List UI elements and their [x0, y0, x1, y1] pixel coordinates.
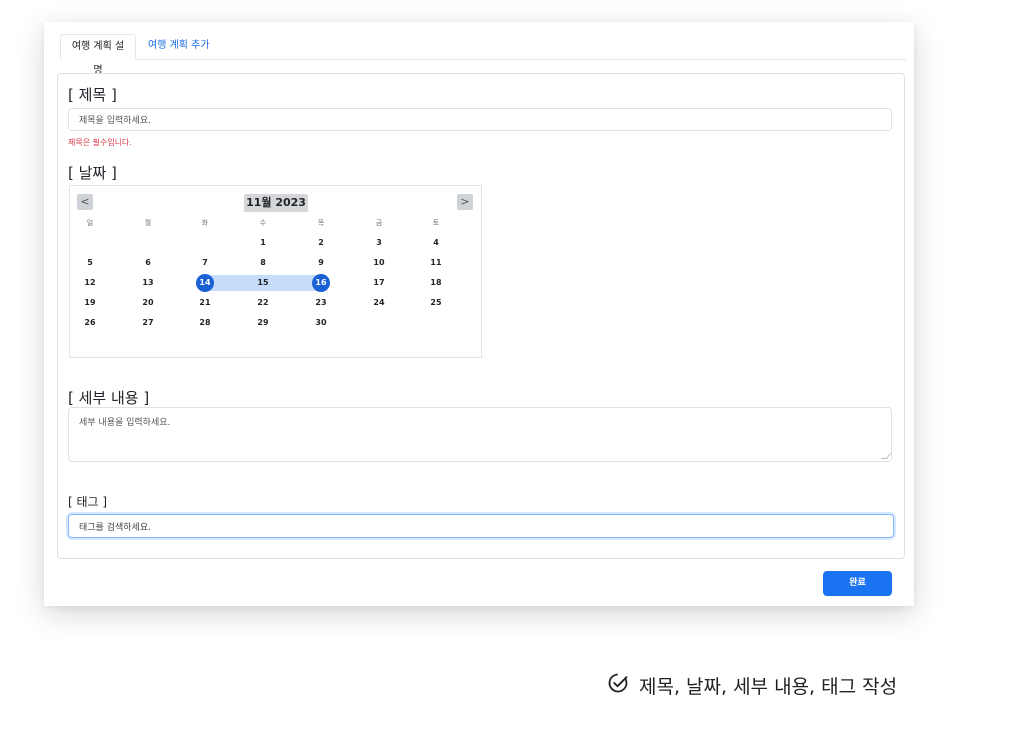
range-end-day[interactable]: 16 — [312, 274, 330, 292]
calendar-day[interactable]: 5 — [78, 255, 102, 271]
calendar-day[interactable]: 18 — [424, 275, 448, 291]
check-circle-icon — [607, 671, 631, 700]
calendar-day[interactable]: 23 — [309, 295, 333, 311]
calendar-day[interactable]: 20 — [136, 295, 160, 311]
calendar-day[interactable]: 22 — [251, 295, 275, 311]
title-input-placeholder: 제목을 입력하세요. — [79, 116, 151, 126]
calendar-day[interactable]: 4 — [424, 235, 448, 251]
tab-plan-add[interactable]: 여행 계획 추가 — [140, 34, 218, 60]
calendar-day[interactable]: 12 — [78, 275, 102, 291]
title-input[interactable]: 제목을 입력하세요. — [68, 108, 892, 131]
detail-textarea[interactable]: 세부 내용을 입력하세요. — [68, 407, 892, 462]
calendar-day[interactable]: 2 — [309, 235, 333, 251]
calendar-day[interactable]: 10 — [367, 255, 391, 271]
calendar-day[interactable]: 1 — [251, 235, 275, 251]
title-error-message: 제목은 필수입니다. — [68, 138, 132, 147]
calendar-day[interactable]: 13 — [136, 275, 160, 291]
resize-handle-icon[interactable] — [880, 453, 892, 459]
weekday-label: 목 — [317, 219, 325, 227]
tag-section-label: [ 태그 ] — [68, 495, 108, 509]
trip-plan-card: 여행 계획 설명 여행 계획 추가 [ 제목 ] 제목을 입력하세요. 제목은 … — [44, 22, 914, 606]
calendar-day[interactable]: 27 — [136, 315, 160, 331]
caption-text: 제목, 날짜, 세부 내용, 태그 작성 — [639, 675, 898, 698]
prev-month-button[interactable]: < — [77, 194, 93, 210]
weekday-label: 화 — [201, 219, 209, 227]
caption: 제목, 날짜, 세부 내용, 태그 작성 — [607, 672, 897, 698]
calendar-day[interactable]: 28 — [193, 315, 217, 331]
calendar-day[interactable]: 6 — [136, 255, 160, 271]
tab-bar: 여행 계획 설명 여행 계획 추가 — [60, 34, 906, 76]
tag-search-input[interactable]: 태그를 검색하세요. — [68, 514, 894, 538]
next-month-button[interactable]: > — [457, 194, 473, 210]
calendar-day[interactable]: 29 — [251, 315, 275, 331]
weekday-label: 월 — [144, 219, 152, 227]
calendar-day[interactable]: 19 — [78, 295, 102, 311]
calendar-day[interactable]: 8 — [251, 255, 275, 271]
weekday-label: 토 — [432, 219, 440, 227]
calendar-day[interactable]: 25 — [424, 295, 448, 311]
weekday-label: 일 — [86, 219, 94, 227]
calendar-day[interactable]: 24 — [367, 295, 391, 311]
calendar-day[interactable]: 21 — [193, 295, 217, 311]
calendar-day[interactable]: 17 — [367, 275, 391, 291]
calendar-day[interactable]: 9 — [309, 255, 333, 271]
date-section-label: [ 날짜 ] — [68, 164, 117, 182]
calendar-day[interactable]: 3 — [367, 235, 391, 251]
tag-search-placeholder: 태그를 검색하세요. — [79, 522, 151, 533]
calendar-day[interactable]: 26 — [78, 315, 102, 331]
plan-form: [ 제목 ] 제목을 입력하세요. 제목은 필수입니다. [ 날짜 ] < 11… — [57, 73, 905, 559]
title-section-label: [ 제목 ] — [68, 86, 117, 104]
range-start-day[interactable]: 14 — [196, 274, 214, 292]
calendar-day[interactable]: 15 — [251, 275, 275, 291]
calendar-month-label: 11월 2023 — [244, 194, 308, 212]
date-range-calendar: < 11월 2023 > 일 월 화 수 목 금 토 1 2 3 4 5 6 7 8 9 10 11 12 13 14 1… — [69, 185, 482, 358]
tab-plan-description[interactable]: 여행 계획 설명 — [60, 34, 136, 76]
done-button[interactable]: 완료 — [823, 571, 892, 596]
calendar-day[interactable]: 11 — [424, 255, 448, 271]
calendar-day[interactable]: 30 — [309, 315, 333, 331]
weekday-label: 수 — [259, 219, 267, 227]
detail-textarea-placeholder: 세부 내용을 입력하세요. — [79, 418, 171, 428]
detail-section-label: [ 세부 내용 ] — [68, 389, 150, 407]
calendar-day[interactable]: 7 — [193, 255, 217, 271]
weekday-label: 금 — [375, 219, 383, 227]
